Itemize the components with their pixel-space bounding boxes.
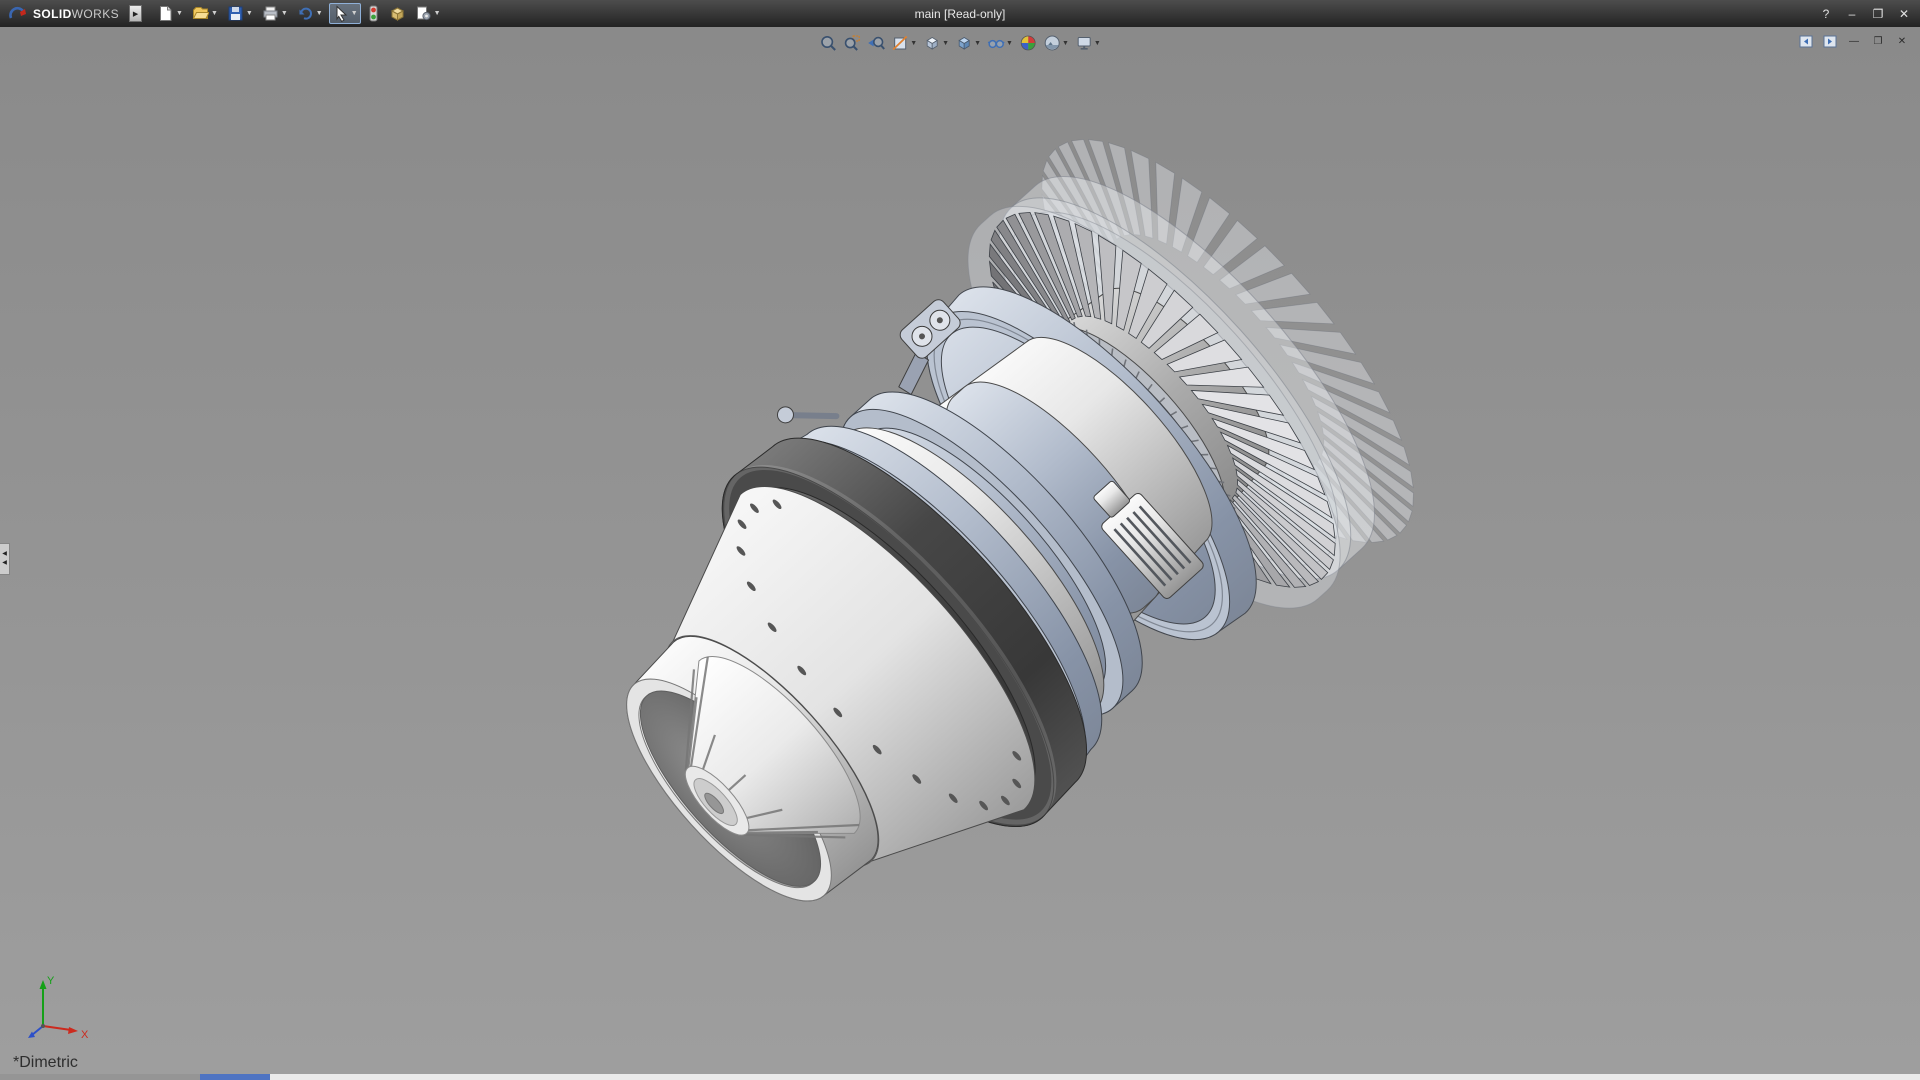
- open-icon: [192, 5, 209, 22]
- red-green-indicator-icon: [367, 5, 380, 22]
- dropdown-caret[interactable]: ▼: [1062, 40, 1069, 47]
- previous-view-icon: [867, 34, 885, 52]
- undo-button[interactable]: ▼: [294, 3, 326, 24]
- section-view-button[interactable]: ▼: [890, 33, 918, 53]
- close-button[interactable]: ✕: [1894, 5, 1914, 23]
- apply-scene-button[interactable]: ▼: [1042, 33, 1070, 53]
- section-view-icon: [891, 34, 909, 52]
- graphics-viewport[interactable]: YX: [0, 27, 1920, 1074]
- maximize-button[interactable]: ❐: [1868, 5, 1888, 23]
- dropdown-caret[interactable]: ▼: [316, 10, 323, 17]
- brand-text: SOLIDWORKS: [33, 7, 119, 21]
- collapse-arrow-icon: ◀: [2, 550, 7, 559]
- taskbar-sliver-blue: [200, 1074, 270, 1080]
- dassault-systemes-logo-icon: [8, 6, 28, 22]
- jet-engine-model: [518, 87, 1469, 1016]
- dropdown-caret[interactable]: ▼: [910, 40, 917, 47]
- box-button[interactable]: [386, 3, 409, 24]
- brand-flyout-arrow[interactable]: ▶: [129, 5, 142, 22]
- box-icon: [389, 5, 406, 22]
- titlebar: SOLIDWORKS ▶ ▼ ▼ ▼: [0, 0, 1920, 27]
- new-document-button[interactable]: ▼: [154, 3, 186, 24]
- display-style-icon: [955, 34, 973, 52]
- dropdown-caret[interactable]: ▼: [434, 10, 441, 17]
- open-button[interactable]: ▼: [189, 3, 221, 24]
- new-document-icon: [157, 5, 174, 22]
- reference-triad: YX: [28, 975, 89, 1041]
- brand: SOLIDWORKS: [6, 6, 123, 22]
- close-icon[interactable]: ✕: [1894, 34, 1910, 49]
- headsup-view-toolbar: ▼ ▼ ▼: [818, 33, 1102, 53]
- dropdown-caret[interactable]: ▼: [246, 10, 253, 17]
- taskbar-sliver-gray: [0, 1074, 200, 1080]
- view-orientation-button[interactable]: ▼: [922, 33, 950, 53]
- zoom-to-area-button[interactable]: [842, 33, 862, 53]
- minimize-button[interactable]: –: [1842, 5, 1862, 23]
- dropdown-caret[interactable]: ▼: [211, 10, 218, 17]
- document-window-controls: — ❐ ✕: [1798, 34, 1910, 49]
- svg-text:X: X: [81, 1029, 89, 1041]
- solidworks-app: SOLIDWORKS ▶ ▼ ▼ ▼: [0, 0, 1920, 1080]
- dropdown-caret[interactable]: ▼: [942, 40, 949, 47]
- window-controls: ? – ❐ ✕: [1816, 5, 1914, 23]
- dropdown-caret[interactable]: ▼: [281, 10, 288, 17]
- apply-scene-icon: [1043, 34, 1061, 52]
- document-title: main [Read-only]: [915, 7, 1006, 21]
- red-green-indicator-button[interactable]: [364, 3, 383, 24]
- zoom-to-fit-icon: [819, 34, 837, 52]
- select-icon: [332, 5, 349, 22]
- options-icon: [415, 5, 432, 22]
- zoom-to-fit-button[interactable]: [818, 33, 838, 53]
- collapse-right-icon[interactable]: [1822, 34, 1838, 49]
- view-orientation-label: *Dimetric: [13, 1054, 78, 1072]
- dropdown-caret[interactable]: ▼: [1094, 40, 1101, 47]
- edit-appearance-icon: [1019, 34, 1037, 52]
- collapse-left-icon[interactable]: [1798, 34, 1814, 49]
- main-toolbar: ▼ ▼ ▼ ▼: [154, 3, 444, 24]
- taskbar-sliver-light: [270, 1074, 1920, 1080]
- dropdown-caret[interactable]: ▼: [974, 40, 981, 47]
- view-settings-button[interactable]: ▼: [1074, 33, 1102, 53]
- dropdown-caret[interactable]: ▼: [176, 10, 183, 17]
- zoom-to-area-icon: [843, 34, 861, 52]
- model-scene[interactable]: YX: [0, 27, 1920, 1074]
- edit-appearance-button[interactable]: [1018, 33, 1038, 53]
- view-orientation-icon: [923, 34, 941, 52]
- taskbar-sliver: [0, 1074, 1920, 1080]
- feature-panel-splitter[interactable]: ◀ ◀: [0, 543, 10, 575]
- save-icon: [227, 5, 244, 22]
- display-style-button[interactable]: ▼: [954, 33, 982, 53]
- options-button[interactable]: ▼: [412, 3, 444, 24]
- print-button[interactable]: ▼: [259, 3, 291, 24]
- collapse-arrow-icon: ◀: [2, 559, 7, 568]
- hide-show-items-icon: [987, 34, 1005, 52]
- previous-view-button[interactable]: [866, 33, 886, 53]
- dropdown-caret[interactable]: ▼: [351, 10, 358, 17]
- minimize-icon[interactable]: —: [1846, 34, 1862, 49]
- help-button[interactable]: ?: [1816, 5, 1836, 23]
- print-icon: [262, 5, 279, 22]
- svg-text:Y: Y: [47, 975, 55, 987]
- save-button[interactable]: ▼: [224, 3, 256, 24]
- restore-icon[interactable]: ❐: [1870, 34, 1886, 49]
- hide-show-items-button[interactable]: ▼: [986, 33, 1014, 53]
- view-settings-icon: [1075, 34, 1093, 52]
- select-button[interactable]: ▼: [329, 3, 361, 24]
- undo-icon: [297, 5, 314, 22]
- dropdown-caret[interactable]: ▼: [1006, 40, 1013, 47]
